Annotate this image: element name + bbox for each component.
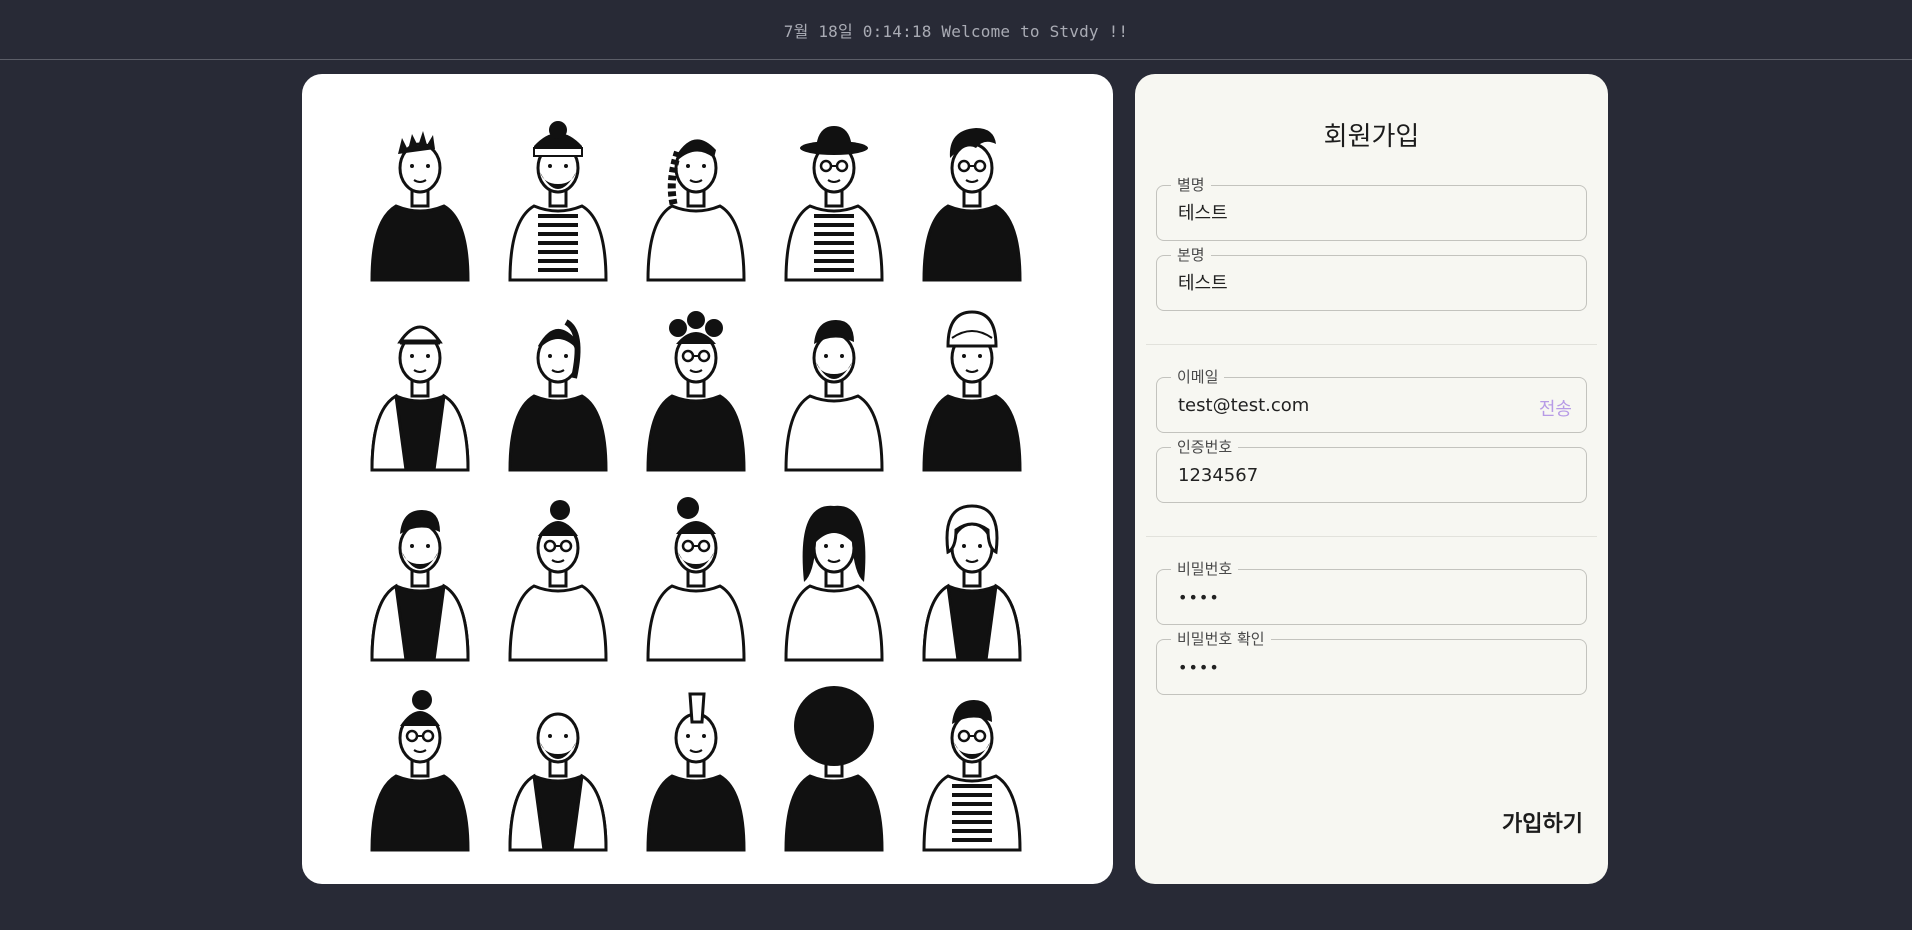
email-input[interactable]: test@test.com [1178,395,1518,417]
person-figure-icon [508,712,608,852]
section-divider [1146,536,1597,537]
person-figure-icon [646,497,746,662]
realname-field[interactable]: 본명 테스트 [1156,246,1587,311]
person-figure-icon [646,139,746,282]
nickname-field[interactable]: 별명 테스트 [1156,176,1587,241]
person-figure-icon [922,700,1022,852]
person-mohawk-tee-illustration [626,682,766,852]
person-beanie-blazer-illustration [350,302,490,472]
realname-input[interactable]: 테스트 [1178,273,1518,295]
realname-label: 본명 [1171,246,1211,264]
signup-submit-button[interactable]: 가입하기 [1502,806,1583,838]
person-figure-icon [646,311,746,472]
person-glasses-beard-blazer-illustration [902,682,1042,852]
person-beard-puffer-jacket-illustration [350,492,490,662]
illustration-card [302,74,1113,884]
top-bar: 7월 18일 0:14:18 Welcome to Stvdy !! [0,0,1912,60]
person-figure-icon [922,310,1022,472]
person-figure-icon [646,692,746,852]
person-ponytail-dark-tee-illustration [488,302,628,472]
person-bandana-beard-striped-illustration [488,112,628,282]
password-confirm-input[interactable]: •••• [1178,657,1518,679]
password-confirm-label: 비밀번호 확인 [1171,630,1271,648]
person-figure-icon [922,128,1022,282]
person-hat-glasses-blazer-illustration [764,112,904,282]
email-label: 이메일 [1171,368,1225,386]
password-field[interactable]: 비밀번호 •••• [1156,560,1587,625]
password-label: 비밀번호 [1171,560,1239,578]
person-bald-beard-dotted-jacket-illustration [488,682,628,852]
form-title: 회원가입 [1323,122,1420,152]
verification-code-field[interactable]: 인증번호 1234567 [1156,438,1587,503]
person-figure-icon [784,686,884,852]
person-curly-mustache-cardigan-illustration [902,492,1042,662]
person-buns-glasses-arms-crossed-illustration [626,302,766,472]
person-turban-dotted-sweater-illustration [902,302,1042,472]
person-beard-coffee-cup-illustration [764,302,904,472]
person-figure-icon [508,319,608,472]
password-confirm-field[interactable]: 비밀번호 확인 •••• [1156,630,1587,695]
person-long-hair-shirt-illustration [764,492,904,662]
person-figure-icon [784,505,884,662]
person-figure-icon [508,500,608,662]
person-sunglasses-gamepad-hoodie-illustration [488,492,628,662]
person-braid-tee-illustration [626,112,766,282]
verification-code-label: 인증번호 [1171,438,1239,456]
person-topknot-glasses-beard-illustration [626,492,766,662]
signup-form-card: 회원가입 별명 테스트 본명 테스트 이메일 test@test.com 전송 … [1135,74,1608,884]
person-figure-icon [370,690,470,852]
person-figure-icon [508,121,608,282]
welcome-ticker: 7월 18일 0:14:18 Welcome to Stvdy !! [783,21,1129,41]
person-spiky-hair-pocket-tee-illustration [350,112,490,282]
person-figure-icon [370,510,470,662]
people-illustration-grid [302,74,1113,884]
person-quiff-pocket-tee-illustration [902,112,1042,282]
verification-code-input[interactable]: 1234567 [1178,465,1518,487]
nickname-input[interactable]: 테스트 [1178,203,1518,225]
nickname-label: 별명 [1171,176,1211,194]
person-figure-icon [784,320,884,472]
person-figure-icon [370,325,470,472]
email-field[interactable]: 이메일 test@test.com 전송 [1156,368,1587,433]
send-code-button[interactable]: 전송 [1539,395,1572,421]
person-figure-icon [370,131,470,282]
password-input[interactable]: •••• [1178,587,1518,609]
person-figure-icon [922,504,1022,662]
person-figure-icon [784,126,884,282]
section-divider [1146,344,1597,345]
person-bun-monocle-pointing-illustration [350,682,490,852]
person-afro-glasses-pointing-illustration [764,682,904,852]
